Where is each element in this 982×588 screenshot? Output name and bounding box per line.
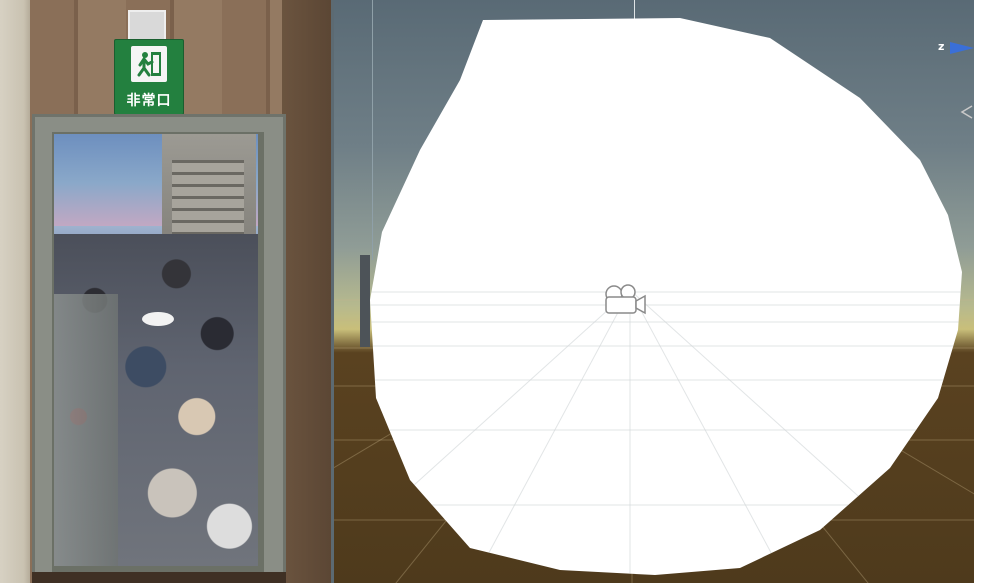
scene-view[interactable] [332, 0, 974, 588]
guide-line-left [372, 0, 373, 260]
emergency-exit-icon [131, 46, 167, 82]
observation-railing [54, 294, 118, 566]
guide-line-top [634, 0, 635, 20]
object-edge [360, 255, 370, 347]
ground-grid [332, 290, 974, 588]
bottom-border [0, 583, 982, 588]
doorway-video-view [54, 134, 258, 566]
panel-divider [331, 0, 334, 588]
building-windows [172, 160, 244, 240]
video-panel: 非常口 [0, 0, 332, 588]
white-hat [142, 312, 174, 326]
camera-icon[interactable] [600, 283, 648, 317]
axis-z-label[interactable]: z [938, 40, 944, 53]
right-border [974, 0, 982, 588]
exit-sign-text: 非常口 [126, 93, 172, 109]
wall-left [0, 0, 34, 588]
wall-shadow [282, 0, 332, 588]
exit-sign: 非常口 [114, 39, 184, 115]
